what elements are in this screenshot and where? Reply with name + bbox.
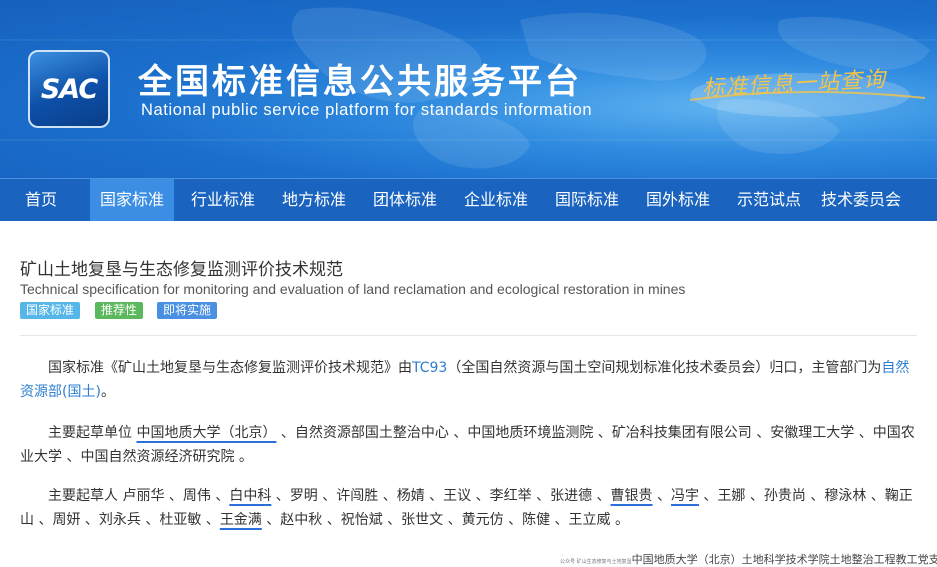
unit-item: 安徽理工大学	[770, 425, 855, 441]
drafter-name: 冯宇	[670, 488, 699, 504]
nav-item-foreign-standards[interactable]: 国外标准	[636, 179, 720, 221]
drafter-name: 孙贵尚	[763, 488, 806, 504]
units-end: 。	[238, 449, 253, 465]
drafters-label: 主要起草人	[48, 488, 118, 504]
units-label: 主要起草单位	[48, 425, 132, 441]
drafter-name: 李红举	[489, 488, 532, 504]
drafter-name: 穆泳林	[824, 488, 867, 504]
nav-item-group-standards[interactable]: 团体标准	[363, 179, 447, 221]
drafter-name: 赵中秋	[280, 512, 323, 528]
drafter-name: 白中科	[229, 488, 272, 504]
drafter-name: 杜亚敏	[159, 512, 202, 528]
tc93-link[interactable]: TC93	[412, 360, 447, 376]
nav-item-local-standards[interactable]: 地方标准	[272, 179, 356, 221]
drafting-units: 主要起草单位 中国地质大学（北京） 、自然资源部国土整治中心 、中国地质环境监测…	[20, 425, 915, 465]
drafters-end: 。	[614, 512, 629, 528]
drafter-name: 王金满	[219, 512, 262, 528]
drafter-name: 杨婧	[396, 488, 425, 504]
unit-item: 自然资源部国土整治中心	[294, 425, 449, 441]
watermark-text: 中国地质大学（北京）土地科学技术学院土地整治工程教工党支部	[631, 553, 937, 566]
nav-item-tech-committees[interactable]: 技术委员会	[814, 179, 908, 221]
divider	[20, 335, 917, 336]
unit-item: 中国地质大学（北京）	[136, 425, 277, 441]
nav-item-international-standards[interactable]: 国际标准	[545, 179, 629, 221]
standard-english-title: Technical specification for monitoring a…	[20, 281, 686, 297]
badge-upcoming: 即将实施	[157, 302, 218, 319]
standard-description: 国家标准《矿山土地复垦与生态修复监测评价技术规范》由TC93（全国自然资源与国土…	[20, 356, 917, 404]
drafter-name: 许闯胜	[336, 488, 379, 504]
desc-suffix: 。	[100, 384, 115, 400]
badge-national-standard: 国家标准	[20, 302, 81, 319]
drafter-name: 王议	[443, 488, 472, 504]
drafter-name: 罗明	[289, 488, 318, 504]
drafter-name: 王立威	[568, 512, 611, 528]
nav-item-enterprise-standards[interactable]: 企业标准	[454, 179, 538, 221]
drafter-name: 陈健	[522, 512, 551, 528]
unit-item: 矿冶科技集团有限公司	[611, 425, 752, 441]
badge-recommended: 推荐性	[95, 302, 144, 319]
drafter-name: 周伟	[182, 488, 211, 504]
drafter-name: 刘永兵	[98, 512, 141, 528]
drafter-name: 卢丽华	[122, 488, 165, 504]
nav-item-home[interactable]: 首页	[10, 179, 72, 221]
drafter-name: 周妍	[52, 512, 81, 528]
site-subtitle: National public service platform for sta…	[141, 101, 593, 119]
unit-item: 中国地质环境监测院	[467, 425, 594, 441]
drafter-name: 王娜	[717, 488, 746, 504]
nav-item-national-standards[interactable]: 国家标准	[90, 179, 174, 221]
drafter-name: 张进德	[550, 488, 593, 504]
standard-title: 矿山土地复垦与生态修复监测评价技术规范	[20, 260, 343, 280]
site-title: 全国标准信息公共服务平台	[138, 62, 582, 102]
drafter-name: 祝怡斌	[340, 512, 383, 528]
drafter-name: 黄元仿	[461, 512, 504, 528]
watermark-small-text: 公众号 矿山生态修复与土地复垦	[560, 559, 632, 565]
drafters: 主要起草人 卢丽华 、周伟 、白中科 、罗明 、许闯胜 、杨婧 、王议 、李红举…	[20, 488, 913, 528]
drafter-name: 曹银贵	[610, 488, 653, 504]
desc-middle: （全国自然资源与国土空间规划标准化技术委员会）归口，主管部门为	[447, 360, 882, 376]
desc-prefix: 国家标准《矿山土地复垦与生态修复监测评价技术规范》由	[48, 360, 412, 376]
logo-text: SAC	[40, 73, 98, 105]
main-nav: 首页 国家标准 行业标准 地方标准 团体标准 企业标准 国际标准 国外标准 示范…	[0, 178, 937, 221]
drafter-name: 张世文	[401, 512, 444, 528]
unit-item: 中国自然资源经济研究院	[80, 449, 235, 465]
nav-item-industry-standards[interactable]: 行业标准	[181, 179, 265, 221]
nav-item-pilot-demo[interactable]: 示范试点	[727, 179, 811, 221]
header-banner: SAC 全国标准信息公共服务平台 National public service…	[0, 0, 937, 178]
sac-logo[interactable]: SAC	[28, 50, 110, 128]
